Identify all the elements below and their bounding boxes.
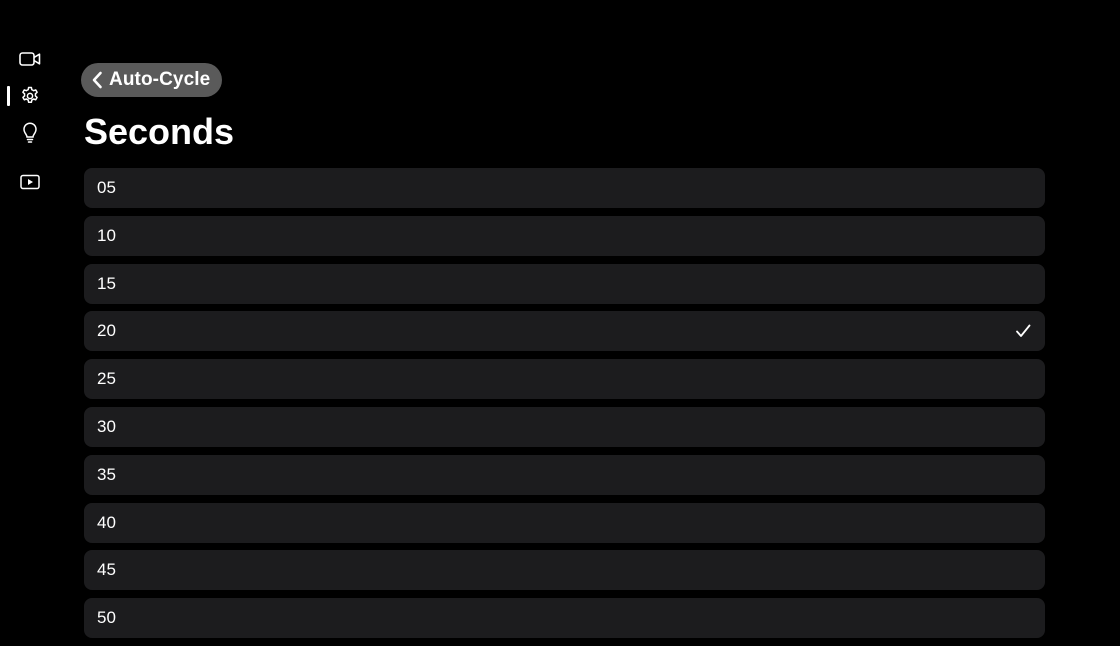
option-row-15[interactable]: 15	[84, 263, 1045, 304]
option-row-10[interactable]: 10	[84, 215, 1045, 256]
option-row-35[interactable]: 35	[84, 454, 1045, 495]
option-label: 20	[97, 321, 116, 341]
back-button-label: Auto-Cycle	[109, 69, 211, 90]
page-title: Seconds	[84, 111, 235, 152]
lightbulb-icon	[23, 122, 37, 143]
sidebar-item-playback[interactable]	[18, 170, 42, 194]
option-label: 10	[97, 225, 116, 245]
option-label: 50	[97, 608, 116, 628]
option-label: 30	[97, 416, 116, 436]
video-camera-icon	[19, 52, 41, 66]
checkmark-icon	[1016, 324, 1031, 338]
option-label: 35	[97, 464, 116, 484]
sidebar-item-video[interactable]	[18, 47, 42, 71]
sidebar-item-tips[interactable]	[18, 121, 42, 145]
option-label: 05	[97, 178, 116, 197]
sidebar-item-settings[interactable]	[18, 84, 42, 108]
seconds-options-list: 05 10 15 20 25 30 35 40 45 50	[84, 168, 1045, 646]
chevron-left-icon	[92, 71, 102, 89]
option-row-30[interactable]: 30	[84, 406, 1045, 447]
option-row-20[interactable]: 20	[84, 311, 1045, 352]
active-nav-indicator	[7, 86, 10, 106]
option-label: 25	[97, 369, 116, 389]
option-label: 40	[97, 512, 116, 532]
option-row-25[interactable]: 25	[84, 359, 1045, 400]
option-row-40[interactable]: 40	[84, 502, 1045, 543]
option-label: 15	[97, 273, 116, 293]
option-row-45[interactable]: 45	[84, 550, 1045, 591]
sidebar	[0, 0, 60, 630]
back-button[interactable]: Auto-Cycle	[81, 63, 223, 97]
option-row-05[interactable]: 05	[84, 168, 1045, 208]
option-label: 45	[97, 560, 116, 580]
option-row-50[interactable]: 50	[84, 598, 1045, 639]
gear-icon	[22, 86, 38, 103]
play-rectangle-icon	[20, 174, 40, 190]
